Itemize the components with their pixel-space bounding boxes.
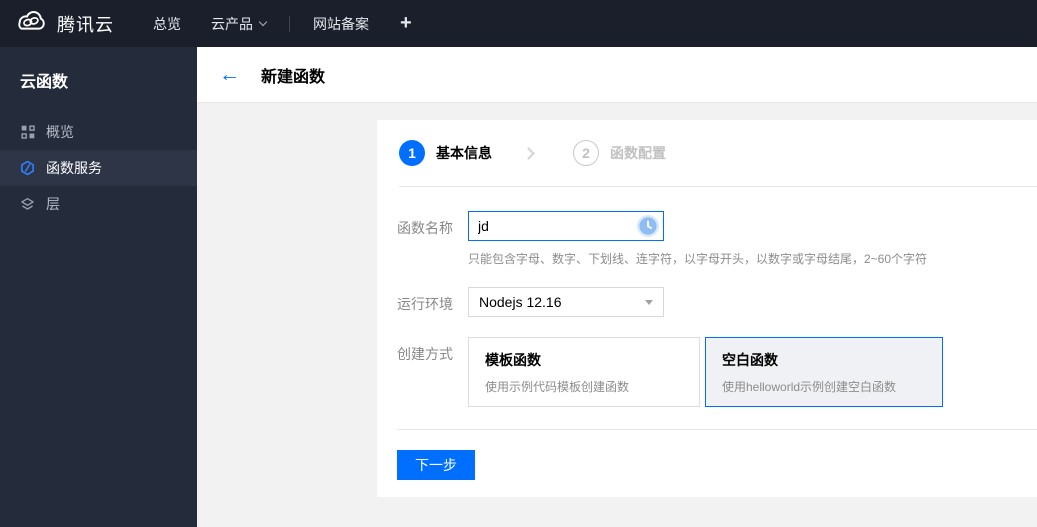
brand-logo[interactable]: 腾讯云 [0,9,114,38]
footer-divider [397,429,1037,430]
sidebar-item-label: 层 [46,196,60,212]
step-indicator: 1 基本信息 2 函数配置 [377,120,1037,186]
step-2-circle: 2 [573,140,599,166]
method-card-template-function[interactable]: 模板函数 使用示例代码模板创建函数 [468,337,700,407]
method-card-title: 空白函数 [722,352,778,368]
sidebar-title: 云函数 [20,74,69,91]
creation-method-row: 创建方式 模板函数 使用示例代码模板创建函数 空白函数 使用helloworld… [397,337,1037,407]
nav-products-label: 云产品 [211,15,253,32]
function-name-input-wrap [468,211,664,241]
create-function-card: 1 基本信息 2 函数配置 函数名称 jd 只能包含字母、数字、下划线、连字符，… [377,120,1037,497]
top-bar: 腾讯云 总览 云产品 网站备案 + [0,0,1037,47]
nav-item-products[interactable]: 云产品 [196,0,281,47]
step-1-label: 基本信息 [436,145,492,161]
function-name-input[interactable] [468,211,664,241]
nav-beian-label: 网站备案 [313,15,369,32]
function-name-row: 函数名称 只能包含字母、数字、 [397,211,1037,267]
function-name-label: 函数名称 [397,220,453,236]
caret-down-icon [645,299,653,305]
main-area: ← 新建函数 1 基本信息 2 函数配置 函数名称 jd 只能包含字母、数字、下… [197,47,1037,527]
scf-hexagon-icon [20,160,35,176]
next-step-button[interactable]: 下一步 [397,450,475,480]
topbar-divider [289,15,290,32]
creation-method-label: 创建方式 [397,346,453,362]
top-nav: 总览 云产品 网站备案 + [138,0,428,47]
runtime-label: 运行环境 [397,296,453,312]
method-card-desc: 使用示例代码模板创建函数 [485,380,630,394]
sidebar-item-layers[interactable]: 层 [0,186,197,222]
page-title: 新建函数 [261,68,326,86]
runtime-select-value: Nodejs 12.16 [479,294,562,310]
nav-overview-label: 总览 [153,15,181,32]
layers-icon [20,197,35,212]
cloud-icon [14,9,48,38]
nav-item-beian[interactable]: 网站备案 [298,0,384,47]
arrow-left-icon[interactable]: ← [219,64,240,85]
content-area: 1 基本信息 2 函数配置 函数名称 jd 只能包含字母、数字、下划线、连字符，… [197,103,1037,526]
sidebar-item-label: 函数服务 [46,160,102,176]
sidebar-item-function-service[interactable]: 函数服务 [0,150,197,186]
step-2-label: 函数配置 [610,145,666,161]
function-name-help: 只能包含字母、数字、下划线、连字符，以字母开头，以数字或字母结尾，2~60个字符 [468,252,928,266]
chevron-right-icon [522,146,535,160]
method-card-desc: 使用helloworld示例创建空白函数 [722,380,897,394]
sidebar-item-overview[interactable]: 概览 [0,114,197,150]
brand-name: 腾讯云 [57,14,114,35]
clock-icon [636,214,660,238]
creation-method-options: 模板函数 使用示例代码模板创建函数 空白函数 使用helloworld示例创建空… [468,337,943,407]
method-card-title: 模板函数 [485,352,541,368]
basic-info-form: 函数名称 只能包含字母、数字、 [377,187,1037,407]
runtime-select[interactable]: Nodejs 12.16 [468,287,664,317]
runtime-row: 运行环境 Nodejs 12.16 [397,287,1037,317]
method-card-blank-function[interactable]: 空白函数 使用helloworld示例创建空白函数 [705,337,943,407]
sidebar: 云函数 概览 函数服务 层 [0,47,197,527]
sidebar-item-label: 概览 [46,124,74,140]
nav-item-overview[interactable]: 总览 [138,0,196,47]
step-1-circle: 1 [399,140,425,166]
add-tab-button[interactable]: + [384,12,428,35]
grid-icon [20,125,35,140]
chevron-down-icon [258,17,268,26]
page-header: ← 新建函数 [197,47,1037,103]
